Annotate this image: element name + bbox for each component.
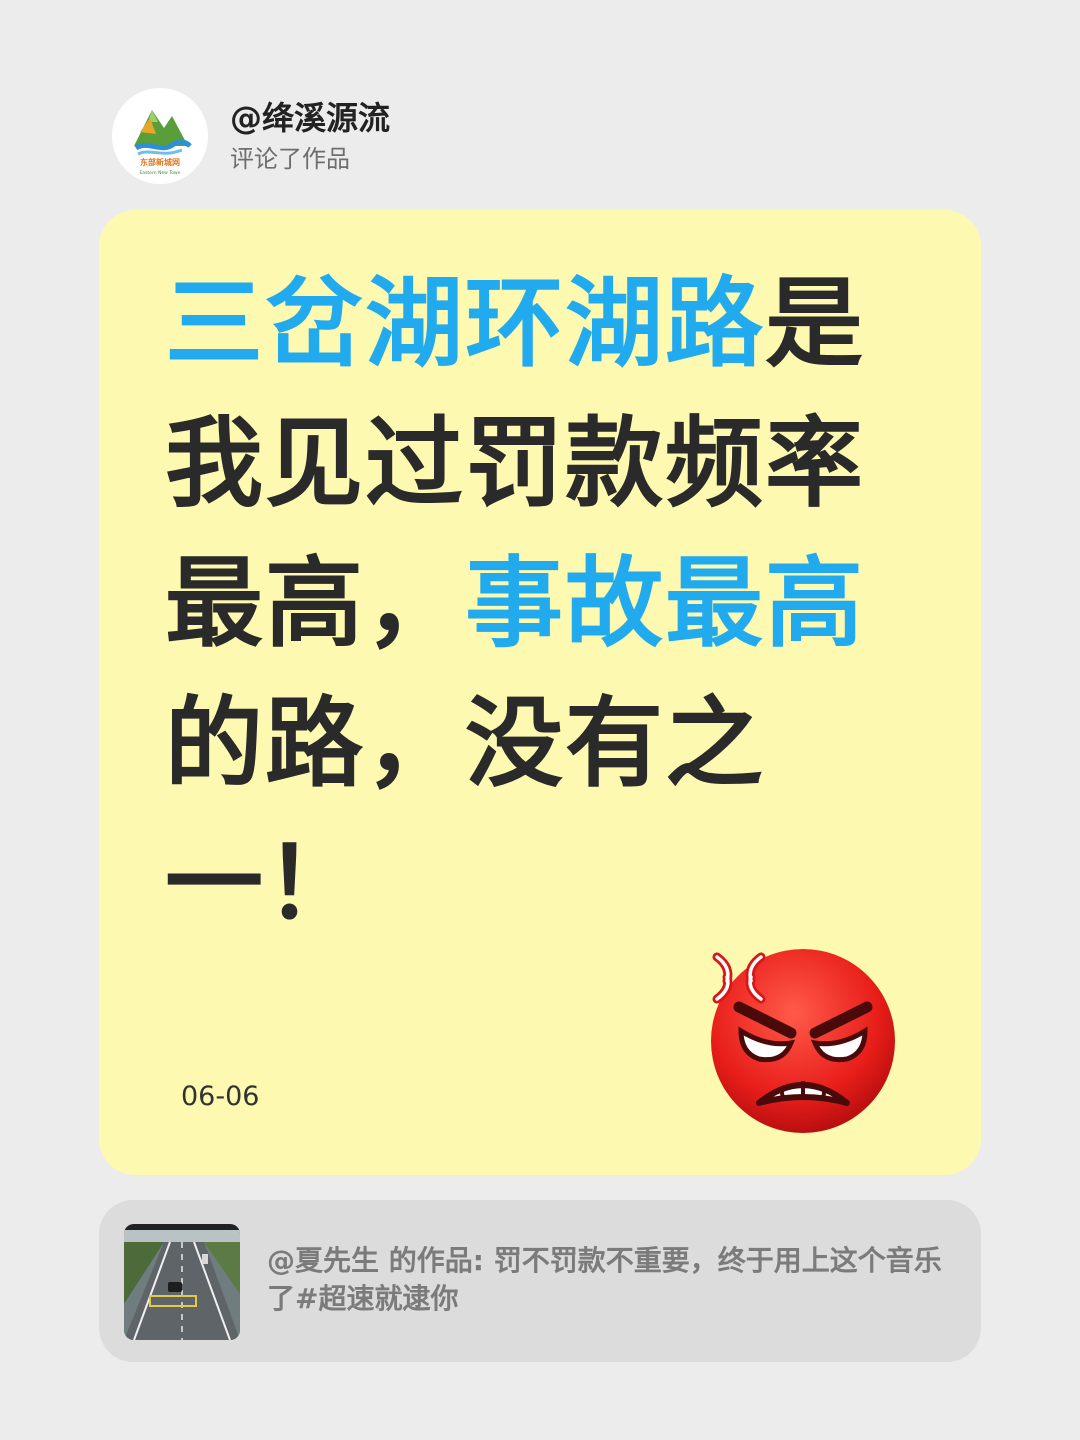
comment-action-label: 评论了作品 [230,145,350,173]
landscape-logo-icon: 东部新城网 Eastern New Town [112,88,208,184]
comment-header: 东部新城网 Eastern New Town @绛溪源流 评论了作品 [112,88,390,184]
comment-date: 06-06 [181,1081,260,1112]
avatar[interactable]: 东部新城网 Eastern New Town [112,88,208,184]
comment-text-part: 的路，没有之一！ [165,687,766,941]
comment-card: 三岔湖环湖路是我见过罚款频率最高，事故最高的路，没有之一！ 06-06 [99,210,981,1175]
username[interactable]: @绛溪源流 [230,98,390,138]
highlight-text-accidents: 事故最高 [465,547,866,661]
avatar-logo-text: 东部新城网 [140,157,180,167]
avatar-logo-subtext: Eastern New Town [139,170,180,176]
referenced-post-text[interactable]: @夏先生 的作品: 罚不罚款不重要，终于用上这个音乐了#超速就逮你 [267,1242,947,1318]
referenced-post[interactable]: @夏先生 的作品: 罚不罚款不重要，终于用上这个音乐了#超速就逮你 [99,1200,981,1362]
angry-face-icon [697,935,909,1135]
highway-thumbnail[interactable] [124,1224,240,1340]
highlight-text-lake-road: 三岔湖环湖路 [165,267,766,381]
comment-text: 三岔湖环湖路是我见过罚款频率最高，事故最高的路，没有之一！ [165,254,885,954]
